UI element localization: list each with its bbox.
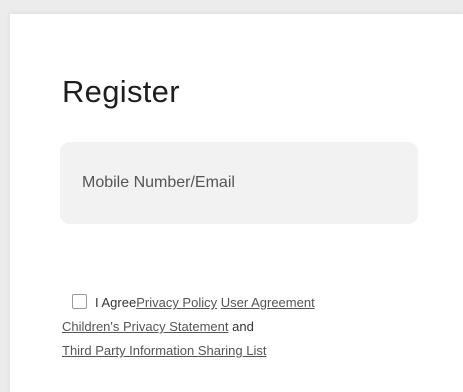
user-agreement-link[interactable]: User Agreement [221,295,315,310]
agree-text: I Agree [95,295,137,310]
and-text: and [228,319,254,334]
privacy-policy-link[interactable]: Privacy Policy [136,295,217,310]
third-party-sharing-link[interactable]: Third Party Information Sharing List [62,343,266,358]
mobile-email-input[interactable] [60,142,418,224]
children-privacy-link[interactable]: Children's Privacy Statement [62,319,229,334]
register-card: Register I AgreePrivacy Policy User Agre… [10,14,463,392]
agree-checkbox[interactable] [72,294,87,309]
page-title: Register [62,74,180,109]
agreement-row: I AgreePrivacy Policy User Agreement Chi… [62,291,452,363]
agreement-line-2: Children's Privacy Statement and [62,315,452,339]
